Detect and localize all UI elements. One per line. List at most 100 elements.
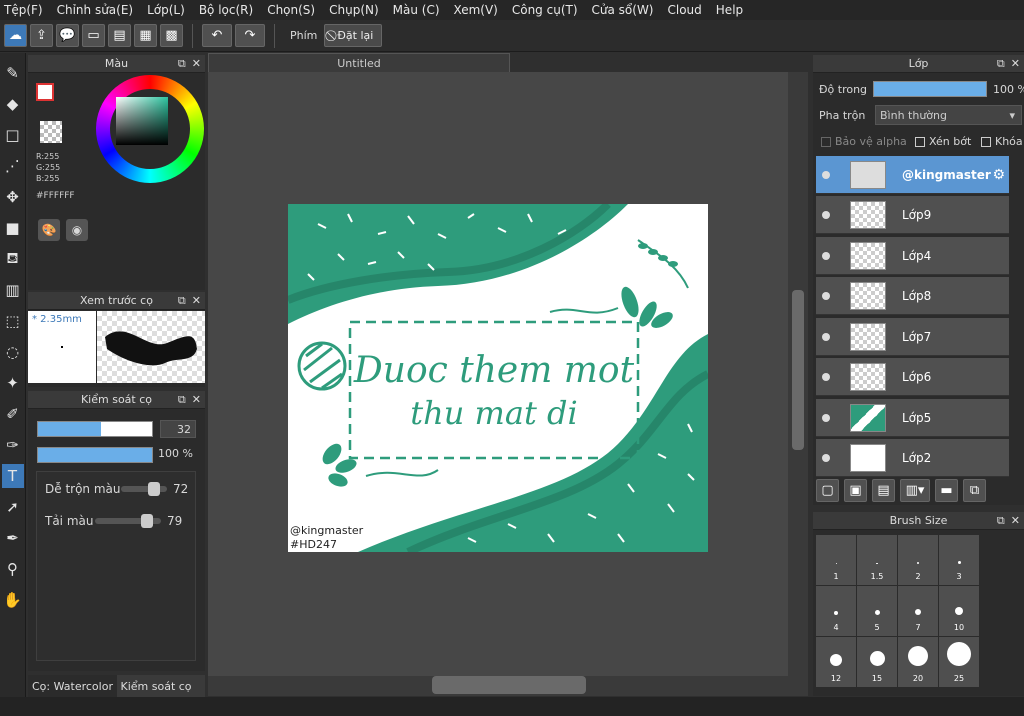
chat-icon[interactable]: ▭ <box>82 24 105 47</box>
brush-size-cell[interactable]: 1 <box>816 535 856 585</box>
detach-icon[interactable]: ⧉ <box>997 57 1005 71</box>
layer-row[interactable]: Lớp9 <box>816 196 1009 234</box>
brush-size-cell[interactable]: 10 <box>939 586 979 636</box>
rect-tool-icon[interactable]: □ <box>2 123 24 147</box>
visibility-icon[interactable] <box>816 372 836 381</box>
comment-icon[interactable]: 💬 <box>56 24 79 47</box>
visibility-icon[interactable] <box>816 170 836 179</box>
close-icon[interactable]: ✕ <box>192 57 201 71</box>
transparent-swatch[interactable] <box>40 121 62 143</box>
layer-opacity-slider[interactable] <box>873 81 987 97</box>
eraser-tool-icon[interactable]: ◆ <box>2 92 24 116</box>
redo-icon[interactable]: ↷ <box>235 24 265 47</box>
operation-tool-icon[interactable]: ➚ <box>2 495 24 519</box>
brush-size-cell[interactable]: 7 <box>898 586 938 636</box>
color-wheel[interactable] <box>96 75 204 183</box>
share-icon[interactable]: ⇪ <box>30 24 53 47</box>
brush-size-value[interactable]: 32 <box>160 420 196 438</box>
menu-tools[interactable]: Công cụ(T) <box>512 3 578 17</box>
brush-size-cell[interactable]: 2 <box>898 535 938 585</box>
brush-size-cell[interactable]: 12 <box>816 637 856 687</box>
detach-icon[interactable]: ⧉ <box>178 294 186 308</box>
layer-row[interactable]: @kingmaster ⚙ <box>816 156 1009 194</box>
bucket-tool-icon[interactable]: ⛾ <box>2 247 24 271</box>
brush-opacity-slider[interactable] <box>37 447 153 463</box>
rect-select-tool-icon[interactable]: ⬚ <box>2 309 24 333</box>
menu-layer[interactable]: Lớp(L) <box>147 3 185 17</box>
layer-row[interactable]: Lớp2 <box>816 439 1009 477</box>
brush-size-cell[interactable]: 4 <box>816 586 856 636</box>
divide-tool-icon[interactable]: ✒ <box>2 526 24 550</box>
load-slider-knob[interactable] <box>141 514 154 528</box>
layout-icon[interactable]: ▩ <box>160 24 183 47</box>
duplicate-layer-icon[interactable]: ⧉ <box>963 478 986 502</box>
gradient-tool-icon[interactable]: ▥ <box>2 278 24 302</box>
new-layer-icon[interactable]: ▢ <box>816 478 839 502</box>
protect-alpha-checkbox[interactable]: Bảo vệ alpha <box>821 135 907 148</box>
hand-tool-icon[interactable]: ✋ <box>2 588 24 612</box>
new-layer-menu-icon[interactable]: ▥▾ <box>900 478 930 502</box>
palette-add-icon[interactable]: ◉ <box>66 219 88 241</box>
lock-checkbox[interactable]: Khóa <box>981 135 1023 148</box>
select-eraser-tool-icon[interactable]: ✑ <box>2 433 24 457</box>
document-icon[interactable]: ▤ <box>108 24 131 47</box>
brush-size-cell[interactable]: 25 <box>939 637 979 687</box>
new-raster-icon[interactable]: ▣ <box>844 478 867 502</box>
visibility-icon[interactable] <box>816 210 836 219</box>
text-tool-icon[interactable]: T <box>1 464 24 488</box>
visibility-icon[interactable] <box>816 332 836 341</box>
brush-size-cell[interactable]: 20 <box>898 637 938 687</box>
vertical-scroll-thumb[interactable] <box>792 290 804 450</box>
folder-icon[interactable]: ▬ <box>935 478 958 502</box>
visibility-icon[interactable] <box>816 453 836 462</box>
close-icon[interactable]: ✕ <box>192 294 201 308</box>
detach-icon[interactable]: ⧉ <box>178 393 186 407</box>
brush-tool-icon[interactable]: ✎ <box>2 61 24 85</box>
eyedropper-tool-icon[interactable]: ⚲ <box>2 557 24 581</box>
visibility-icon[interactable] <box>816 291 836 300</box>
brush-size-cell[interactable]: 15 <box>857 637 897 687</box>
foreground-color-swatch[interactable] <box>36 83 54 101</box>
menu-capture[interactable]: Chụp(N) <box>329 3 379 17</box>
menu-window[interactable]: Cửa sổ(W) <box>592 3 654 17</box>
undo-icon[interactable]: ↶ <box>202 24 232 47</box>
brush-size-slider[interactable] <box>37 421 153 437</box>
new-text-layer-icon[interactable]: ▤ <box>872 478 895 502</box>
move-tool-icon[interactable]: ✥ <box>2 185 24 209</box>
dot-line-tool-icon[interactable]: ⋰ <box>2 154 24 178</box>
menu-color[interactable]: Màu (C) <box>393 3 440 17</box>
menu-filter[interactable]: Bộ lọc(R) <box>199 3 253 17</box>
brush-size-cell[interactable]: 5 <box>857 586 897 636</box>
blend-mode-select[interactable]: Bình thường ▾ <box>875 105 1022 125</box>
clipping-checkbox[interactable]: Xén bớt <box>915 135 971 148</box>
select-pen-tool-icon[interactable]: ✐ <box>2 402 24 426</box>
magic-wand-tool-icon[interactable]: ✦ <box>2 371 24 395</box>
brush-size-cell[interactable]: 3 <box>939 535 979 585</box>
detach-icon[interactable]: ⧉ <box>178 57 186 71</box>
layer-row[interactable]: Lớp6 <box>816 358 1009 396</box>
layer-row[interactable]: Lớp8 <box>816 277 1009 315</box>
menu-cloud[interactable]: Cloud <box>668 3 702 17</box>
close-icon[interactable]: ✕ <box>192 393 201 407</box>
layer-row[interactable]: Lớp5 <box>816 399 1009 437</box>
lasso-tool-icon[interactable]: ◌ <box>2 340 24 364</box>
menu-view[interactable]: Xem(V) <box>454 3 498 17</box>
menu-select[interactable]: Chọn(S) <box>267 3 315 17</box>
close-icon[interactable]: ✕ <box>1011 514 1020 528</box>
menu-file[interactable]: Tệp(F) <box>4 3 43 17</box>
palette-icon[interactable]: 🎨 <box>38 219 60 241</box>
brush-size-cell[interactable]: 1.5 <box>857 535 897 585</box>
gear-icon[interactable]: ⚙ <box>992 167 1005 183</box>
reset-button[interactable]: ⃠ Đặt lại <box>324 24 383 47</box>
saturation-square[interactable] <box>116 97 168 145</box>
blend-slider-knob[interactable] <box>148 482 161 496</box>
document-tab[interactable]: Untitled <box>208 53 510 72</box>
artwork-canvas[interactable]: Duoc them mot thu mat di @kingmaster #HD… <box>288 204 708 552</box>
tab-brush-control[interactable]: Kiểm soát cọ <box>116 675 205 697</box>
cloud-icon[interactable]: ☁ <box>4 24 27 47</box>
load-slider-track[interactable] <box>95 514 161 528</box>
horizontal-scroll-thumb[interactable] <box>432 676 586 694</box>
detach-icon[interactable]: ⧉ <box>997 514 1005 528</box>
fill-rect-tool-icon[interactable]: ■ <box>2 216 24 240</box>
layer-row[interactable]: Lớp4 <box>816 237 1009 275</box>
